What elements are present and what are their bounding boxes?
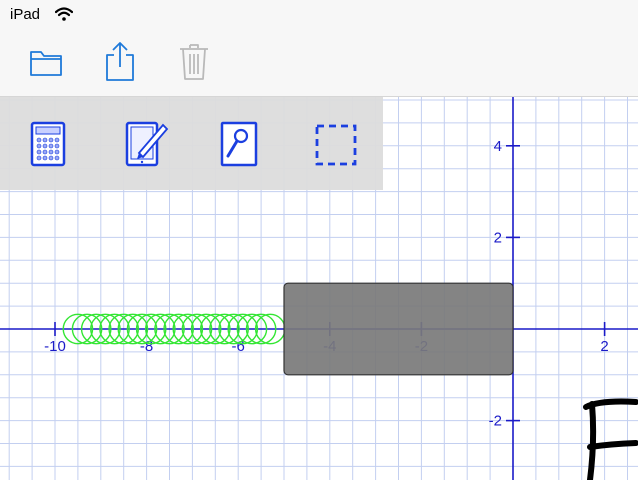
status-bar: iPad (0, 0, 638, 30)
x-tick-label: 2 (600, 338, 608, 355)
y-tick-label: 4 (494, 138, 502, 155)
toolbar (0, 30, 638, 97)
wifi-icon (55, 7, 73, 21)
x-tick-label: -10 (44, 338, 66, 355)
magnify-tool[interactable] (220, 121, 258, 167)
share-icon (106, 42, 134, 81)
trash-icon (180, 44, 208, 80)
device-label: iPad (10, 6, 41, 23)
calculator-tool[interactable] (30, 121, 66, 167)
y-tick-label: -2 (489, 413, 502, 430)
folder-icon (30, 51, 62, 76)
dashed-selection-icon (315, 124, 357, 166)
tablet-pen-icon (125, 121, 169, 167)
handwriting-stroke (583, 398, 638, 480)
tool-palette (0, 97, 383, 190)
share-button[interactable] (102, 40, 138, 82)
y-tick-label: 2 (494, 229, 502, 246)
edit-tool[interactable] (125, 121, 169, 167)
calculator-icon (30, 121, 66, 167)
selection-rect[interactable] (283, 282, 514, 376)
select-tool[interactable] (314, 123, 358, 167)
folder-button[interactable] (28, 48, 64, 78)
magnifier-icon (220, 121, 258, 167)
trash-button[interactable] (176, 40, 212, 82)
